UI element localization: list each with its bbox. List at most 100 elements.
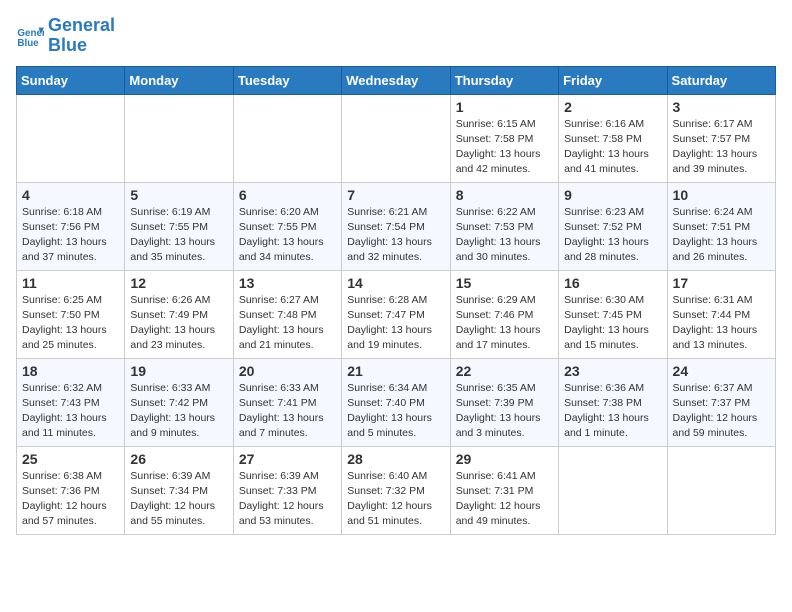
day-number: 9 [564, 187, 661, 203]
calendar-cell: 15 Sunrise: 6:29 AM Sunset: 7:46 PM Dayli… [450, 270, 558, 358]
day-number: 26 [130, 451, 227, 467]
week-row-2: 4 Sunrise: 6:18 AM Sunset: 7:56 PM Daylig… [17, 182, 776, 270]
day-info: Sunrise: 6:18 AM Sunset: 7:56 PM Dayligh… [22, 205, 119, 266]
day-info: Sunrise: 6:33 AM Sunset: 7:42 PM Dayligh… [130, 381, 227, 442]
day-number: 8 [456, 187, 553, 203]
calendar-cell: 20 Sunrise: 6:33 AM Sunset: 7:41 PM Dayli… [233, 358, 341, 446]
day-header-thursday: Thursday [450, 66, 558, 94]
day-number: 28 [347, 451, 444, 467]
calendar-cell: 1 Sunrise: 6:15 AM Sunset: 7:58 PM Daylig… [450, 94, 558, 182]
calendar-cell: 9 Sunrise: 6:23 AM Sunset: 7:52 PM Daylig… [559, 182, 667, 270]
calendar-cell [17, 94, 125, 182]
day-number: 17 [673, 275, 770, 291]
day-info: Sunrise: 6:23 AM Sunset: 7:52 PM Dayligh… [564, 205, 661, 266]
calendar-cell: 27 Sunrise: 6:39 AM Sunset: 7:33 PM Dayli… [233, 446, 341, 534]
day-number: 3 [673, 99, 770, 115]
day-number: 2 [564, 99, 661, 115]
day-info: Sunrise: 6:32 AM Sunset: 7:43 PM Dayligh… [22, 381, 119, 442]
calendar-cell: 24 Sunrise: 6:37 AM Sunset: 7:37 PM Dayli… [667, 358, 775, 446]
day-number: 24 [673, 363, 770, 379]
day-info: Sunrise: 6:29 AM Sunset: 7:46 PM Dayligh… [456, 293, 553, 354]
day-number: 22 [456, 363, 553, 379]
day-number: 20 [239, 363, 336, 379]
day-info: Sunrise: 6:39 AM Sunset: 7:34 PM Dayligh… [130, 469, 227, 530]
day-info: Sunrise: 6:27 AM Sunset: 7:48 PM Dayligh… [239, 293, 336, 354]
calendar-cell: 18 Sunrise: 6:32 AM Sunset: 7:43 PM Dayli… [17, 358, 125, 446]
calendar-cell: 11 Sunrise: 6:25 AM Sunset: 7:50 PM Dayli… [17, 270, 125, 358]
week-row-1: 1 Sunrise: 6:15 AM Sunset: 7:58 PM Daylig… [17, 94, 776, 182]
calendar-cell: 23 Sunrise: 6:36 AM Sunset: 7:38 PM Dayli… [559, 358, 667, 446]
calendar-cell [559, 446, 667, 534]
calendar-cell [342, 94, 450, 182]
calendar-cell: 16 Sunrise: 6:30 AM Sunset: 7:45 PM Dayli… [559, 270, 667, 358]
day-info: Sunrise: 6:16 AM Sunset: 7:58 PM Dayligh… [564, 117, 661, 178]
calendar-cell: 29 Sunrise: 6:41 AM Sunset: 7:31 PM Dayli… [450, 446, 558, 534]
calendar-table: SundayMondayTuesdayWednesdayThursdayFrid… [16, 66, 776, 535]
calendar-cell [667, 446, 775, 534]
day-info: Sunrise: 6:31 AM Sunset: 7:44 PM Dayligh… [673, 293, 770, 354]
day-info: Sunrise: 6:36 AM Sunset: 7:38 PM Dayligh… [564, 381, 661, 442]
day-number: 21 [347, 363, 444, 379]
day-info: Sunrise: 6:37 AM Sunset: 7:37 PM Dayligh… [673, 381, 770, 442]
calendar-cell: 3 Sunrise: 6:17 AM Sunset: 7:57 PM Daylig… [667, 94, 775, 182]
day-info: Sunrise: 6:26 AM Sunset: 7:49 PM Dayligh… [130, 293, 227, 354]
svg-text:Blue: Blue [17, 38, 39, 49]
day-number: 23 [564, 363, 661, 379]
day-number: 4 [22, 187, 119, 203]
day-info: Sunrise: 6:39 AM Sunset: 7:33 PM Dayligh… [239, 469, 336, 530]
day-header-tuesday: Tuesday [233, 66, 341, 94]
day-info: Sunrise: 6:20 AM Sunset: 7:55 PM Dayligh… [239, 205, 336, 266]
day-header-saturday: Saturday [667, 66, 775, 94]
calendar-cell: 26 Sunrise: 6:39 AM Sunset: 7:34 PM Dayli… [125, 446, 233, 534]
calendar-cell: 6Sunrise: 6:20 AM Sunset: 7:55 PM Daylig… [233, 182, 341, 270]
day-info: Sunrise: 6:35 AM Sunset: 7:39 PM Dayligh… [456, 381, 553, 442]
day-info: Sunrise: 6:41 AM Sunset: 7:31 PM Dayligh… [456, 469, 553, 530]
day-info: Sunrise: 6:15 AM Sunset: 7:58 PM Dayligh… [456, 117, 553, 178]
calendar-cell [125, 94, 233, 182]
day-header-sunday: Sunday [17, 66, 125, 94]
calendar-cell: 14 Sunrise: 6:28 AM Sunset: 7:47 PM Dayli… [342, 270, 450, 358]
day-info: Sunrise: 6:24 AM Sunset: 7:51 PM Dayligh… [673, 205, 770, 266]
day-number: 10 [673, 187, 770, 203]
day-header-friday: Friday [559, 66, 667, 94]
calendar-cell: 17 Sunrise: 6:31 AM Sunset: 7:44 PM Dayli… [667, 270, 775, 358]
day-number: 13 [239, 275, 336, 291]
day-number: 14 [347, 275, 444, 291]
day-number: 18 [22, 363, 119, 379]
calendar-cell: 19 Sunrise: 6:33 AM Sunset: 7:42 PM Dayli… [125, 358, 233, 446]
day-number: 27 [239, 451, 336, 467]
calendar-cell: 10 Sunrise: 6:24 AM Sunset: 7:51 PM Dayli… [667, 182, 775, 270]
day-info: Sunrise: 6:21 AM Sunset: 7:54 PM Dayligh… [347, 205, 444, 266]
calendar-cell: 22 Sunrise: 6:35 AM Sunset: 7:39 PM Dayli… [450, 358, 558, 446]
day-info: Sunrise: 6:28 AM Sunset: 7:47 PM Dayligh… [347, 293, 444, 354]
day-info: Sunrise: 6:33 AM Sunset: 7:41 PM Dayligh… [239, 381, 336, 442]
week-row-5: 25Sunrise: 6:38 AM Sunset: 7:36 PM Dayli… [17, 446, 776, 534]
calendar-cell: 13 Sunrise: 6:27 AM Sunset: 7:48 PM Dayli… [233, 270, 341, 358]
logo: General Blue General Blue [16, 16, 115, 56]
day-info: Sunrise: 6:38 AM Sunset: 7:36 PM Dayligh… [22, 469, 119, 530]
day-number: 29 [456, 451, 553, 467]
header: General Blue General Blue [16, 16, 776, 56]
day-number: 7 [347, 187, 444, 203]
day-info: Sunrise: 6:34 AM Sunset: 7:40 PM Dayligh… [347, 381, 444, 442]
day-info: Sunrise: 6:19 AM Sunset: 7:55 PM Dayligh… [130, 205, 227, 266]
day-info: Sunrise: 6:17 AM Sunset: 7:57 PM Dayligh… [673, 117, 770, 178]
day-number: 1 [456, 99, 553, 115]
week-row-4: 18 Sunrise: 6:32 AM Sunset: 7:43 PM Dayli… [17, 358, 776, 446]
day-number: 12 [130, 275, 227, 291]
day-info: Sunrise: 6:30 AM Sunset: 7:45 PM Dayligh… [564, 293, 661, 354]
week-row-3: 11 Sunrise: 6:25 AM Sunset: 7:50 PM Dayli… [17, 270, 776, 358]
day-info: Sunrise: 6:25 AM Sunset: 7:50 PM Dayligh… [22, 293, 119, 354]
day-number: 11 [22, 275, 119, 291]
day-info: Sunrise: 6:40 AM Sunset: 7:32 PM Dayligh… [347, 469, 444, 530]
calendar-cell [233, 94, 341, 182]
calendar-cell: 8 Sunrise: 6:22 AM Sunset: 7:53 PM Daylig… [450, 182, 558, 270]
day-number: 15 [456, 275, 553, 291]
calendar-cell: 7 Sunrise: 6:21 AM Sunset: 7:54 PM Daylig… [342, 182, 450, 270]
day-info: Sunrise: 6:22 AM Sunset: 7:53 PM Dayligh… [456, 205, 553, 266]
day-number: 19 [130, 363, 227, 379]
day-header-row: SundayMondayTuesdayWednesdayThursdayFrid… [17, 66, 776, 94]
calendar-cell: 12 Sunrise: 6:26 AM Sunset: 7:49 PM Dayli… [125, 270, 233, 358]
logo-icon: General Blue [16, 22, 44, 50]
day-number: 16 [564, 275, 661, 291]
